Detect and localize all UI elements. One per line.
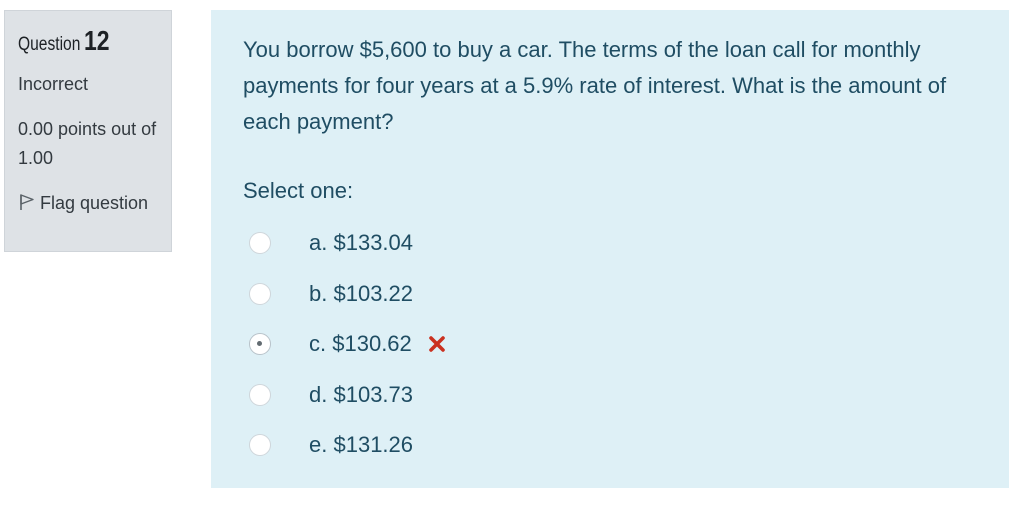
quiz-page: Question 12 Incorrect 0.00 points out of… xyxy=(0,0,1024,526)
answer-option-e[interactable]: e. $131.26 xyxy=(243,420,977,471)
flag-icon xyxy=(18,191,36,210)
answer-letter-d: d. xyxy=(309,381,328,407)
answer-letter-a: a. xyxy=(309,230,328,256)
answer-letter-c: c. xyxy=(309,331,327,357)
answer-option-a[interactable]: a. $133.04 xyxy=(243,218,977,269)
question-label: Question xyxy=(18,34,81,55)
answer-value-a: $133.04 xyxy=(333,230,414,256)
answer-option-d[interactable]: d. $103.73 xyxy=(243,370,977,421)
radio-a[interactable] xyxy=(249,232,271,255)
answer-letter-b: b. xyxy=(309,280,328,306)
question-text: You borrow $5,600 to buy a car. The term… xyxy=(243,37,947,134)
answer-label-e[interactable]: e. $131.26 xyxy=(309,432,413,458)
answer-list: a. $133.04 b. $103.22 c. $130.62 d. $103… xyxy=(243,218,977,471)
flag-question-button[interactable]: Flag question xyxy=(18,189,168,218)
select-prompt: Select one: xyxy=(243,178,354,203)
answer-option-b[interactable]: b. $103.22 xyxy=(243,269,977,320)
question-info-panel: Question 12 Incorrect 0.00 points out of… xyxy=(4,10,172,252)
radio-b[interactable] xyxy=(249,282,271,305)
answer-label-b[interactable]: b. $103.22 xyxy=(309,281,413,307)
flag-question-label: Flag question xyxy=(40,193,149,213)
question-content: You borrow $5,600 to buy a car. The term… xyxy=(211,10,1009,488)
answer-value-c: $130.62 xyxy=(332,331,412,357)
radio-e[interactable] xyxy=(249,434,271,457)
answer-value-e: $131.26 xyxy=(333,432,414,458)
answer-value-b: $103.22 xyxy=(333,280,414,306)
incorrect-cross-icon xyxy=(428,333,446,353)
question-number: Question 12 xyxy=(18,25,171,63)
question-number-value: 12 xyxy=(84,25,110,56)
answer-letter-e: e. xyxy=(309,432,328,458)
radio-d[interactable] xyxy=(249,383,271,406)
answer-value-d: $103.73 xyxy=(333,381,414,407)
answer-label-d[interactable]: d. $103.73 xyxy=(309,382,413,408)
answer-option-c[interactable]: c. $130.62 xyxy=(243,319,977,370)
answer-label-c[interactable]: c. $130.62 xyxy=(309,331,446,357)
answer-label-a[interactable]: a. $133.04 xyxy=(309,230,413,256)
question-state: Incorrect xyxy=(18,74,89,94)
question-grade: 0.00 points out of 1.00 xyxy=(18,119,157,168)
radio-c-selected[interactable] xyxy=(249,333,271,356)
